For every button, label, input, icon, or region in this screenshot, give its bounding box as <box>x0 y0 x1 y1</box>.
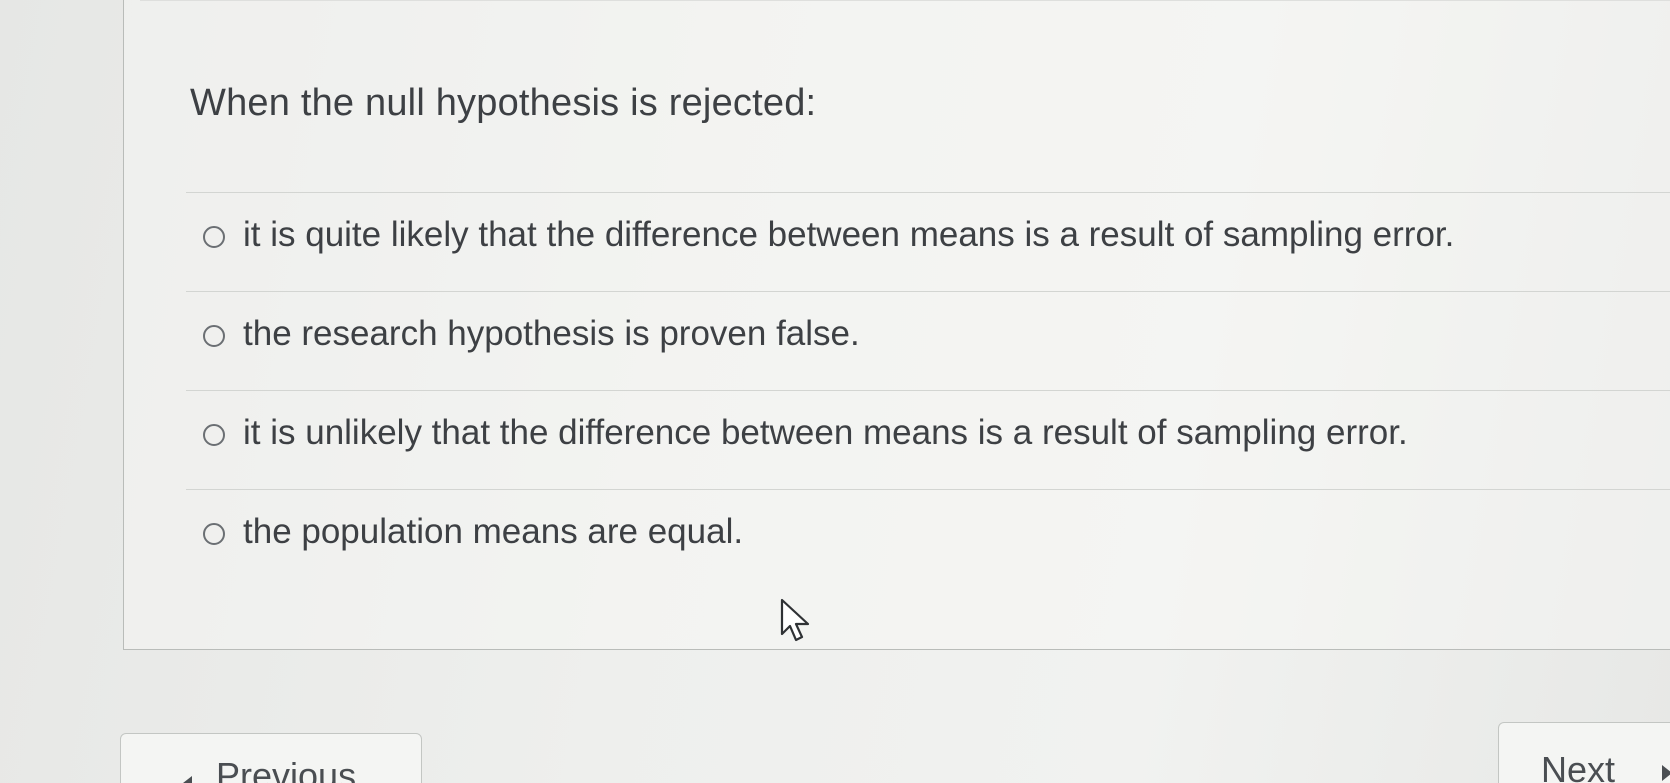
next-button-label: Next <box>1541 749 1616 783</box>
mouse-pointer-icon <box>780 598 810 642</box>
previous-button[interactable]: Previous <box>120 733 422 783</box>
radio-button-icon[interactable] <box>203 424 225 446</box>
answer-option-1[interactable]: it is quite likely that the difference b… <box>186 192 1670 291</box>
next-button[interactable]: Next <box>1498 722 1670 783</box>
answer-option-label[interactable]: it is unlikely that the difference betwe… <box>243 413 1408 453</box>
chevron-left-icon <box>183 776 192 783</box>
radio-button-icon[interactable] <box>203 226 225 248</box>
answer-option-4[interactable]: the population means are equal. <box>186 489 1670 588</box>
answer-option-label[interactable]: the population means are equal. <box>243 512 743 552</box>
chevron-right-icon <box>1662 765 1670 781</box>
quiz-page: When the null hypothesis is rejected: it… <box>0 0 1670 783</box>
answer-option-2[interactable]: the research hypothesis is proven false. <box>186 291 1670 390</box>
answer-option-3[interactable]: it is unlikely that the difference betwe… <box>186 390 1670 489</box>
answer-option-label[interactable]: it is quite likely that the difference b… <box>243 215 1454 255</box>
radio-button-icon[interactable] <box>203 523 225 545</box>
question-text: When the null hypothesis is rejected: <box>190 82 817 124</box>
answer-options: it is quite likely that the difference b… <box>186 192 1670 588</box>
answer-option-label[interactable]: the research hypothesis is proven false. <box>243 314 860 354</box>
radio-button-icon[interactable] <box>203 325 225 347</box>
previous-button-label: Previous <box>216 755 357 783</box>
question-card: When the null hypothesis is rejected: it… <box>123 0 1670 650</box>
